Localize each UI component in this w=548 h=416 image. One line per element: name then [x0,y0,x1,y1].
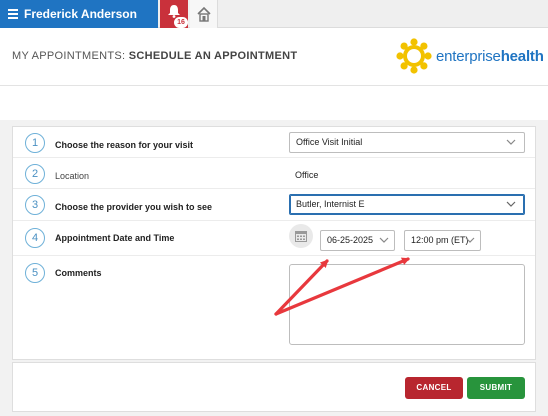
top-bar: Frederick Anderson 16 [0,0,548,28]
sun-logo-icon [396,38,432,74]
form-row-reason: 1 Choose the reason for your visit Offic… [13,127,535,158]
chevron-down-icon [379,237,389,243]
page-title: MY APPOINTMENTS: SCHEDULE AN APPOINTMENT [12,50,298,62]
step-number: 3 [25,195,45,215]
user-menu-button[interactable]: Frederick Anderson [0,0,158,28]
calendar-button[interactable] [289,224,313,248]
visit-reason-select[interactable]: Office Visit Initial [289,132,525,153]
step-number: 5 [25,263,45,283]
calendar-icon [295,231,307,242]
form-row-comments: 5 Comments [13,256,535,361]
form-footer: CANCEL SUBMIT [12,362,536,412]
time-select[interactable]: 12:00 pm (ET) [404,230,481,251]
home-icon [197,6,211,22]
location-value: Office [295,170,319,180]
home-button[interactable] [190,0,218,28]
chevron-down-icon [465,237,475,243]
notifications-button[interactable]: 16 [160,0,188,28]
comments-textarea[interactable] [289,264,525,345]
form-row-location: 2 Location Office [13,158,535,189]
field-label: Comments [55,268,102,278]
hamburger-icon [8,7,18,21]
submit-button[interactable]: SUBMIT [467,377,525,399]
field-label: Appointment Date and Time [55,233,175,243]
step-number: 1 [25,133,45,153]
logo-text: enterprisehealth [436,47,544,65]
form-row-provider: 3 Choose the provider you wish to see Bu… [13,189,535,221]
provider-select[interactable]: Butler, Internist E [289,194,525,215]
field-label: Location [55,171,90,181]
appointment-form: 1 Choose the reason for your visit Offic… [12,126,536,360]
user-name: Frederick Anderson [24,7,137,21]
field-label: Choose the reason for your visit [55,140,194,150]
date-select[interactable]: 06-25-2025 [320,230,395,251]
step-number: 4 [25,228,45,248]
page-header: MY APPOINTMENTS: SCHEDULE AN APPOINTMENT… [0,28,548,86]
field-label: Choose the provider you wish to see [55,202,213,212]
chevron-down-icon [506,139,516,145]
step-number: 2 [25,164,45,184]
notification-badge: 16 [174,17,188,28]
cancel-button[interactable]: CANCEL [405,377,463,399]
form-row-datetime: 4 Appointment Date and Time 06-25-2025 1… [13,221,535,256]
enterprise-health-logo: enterprisehealth [396,36,544,76]
bell-icon [168,5,180,18]
chevron-down-icon [506,201,516,207]
